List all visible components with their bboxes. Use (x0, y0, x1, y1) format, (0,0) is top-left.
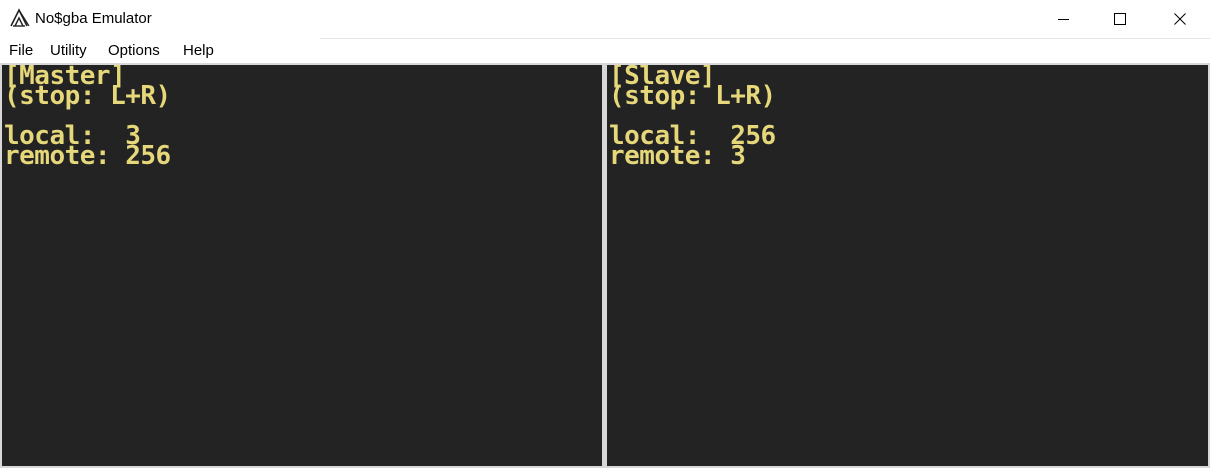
menu-divider (320, 38, 1210, 39)
no-gba-logo-icon (9, 8, 31, 28)
slave-stop-hint: (stop: L+R) (609, 81, 776, 111)
window-title: No$gba Emulator (35, 10, 152, 27)
close-icon (1174, 13, 1186, 25)
menu-utility[interactable]: Utility (50, 41, 87, 61)
title-bar[interactable]: No$gba Emulator (0, 0, 1210, 38)
minimize-icon (1058, 13, 1070, 25)
close-button[interactable] (1157, 0, 1203, 38)
emulator-window: No$gba Emulator File Utility Options Hel… (0, 0, 1210, 468)
master-screen[interactable]: [Master] (stop: L+R) local: 3 remote: 25… (2, 65, 602, 466)
screens-area: [Master] (stop: L+R) local: 3 remote: 25… (0, 63, 1210, 468)
minimize-button[interactable] (1041, 0, 1087, 38)
menu-file[interactable]: File (9, 41, 33, 61)
master-stop-hint: (stop: L+R) (4, 81, 171, 111)
slave-remote-line: remote: 3 (609, 141, 746, 171)
master-remote-line: remote: 256 (4, 141, 171, 171)
menu-options[interactable]: Options (108, 41, 160, 61)
slave-screen[interactable]: [Slave] (stop: L+R) local: 256 remote: 3 (607, 65, 1208, 466)
menu-help[interactable]: Help (183, 41, 214, 61)
maximize-icon (1114, 13, 1126, 25)
maximize-button[interactable] (1097, 0, 1143, 38)
menu-bar: File Utility Options Help (0, 38, 1210, 63)
